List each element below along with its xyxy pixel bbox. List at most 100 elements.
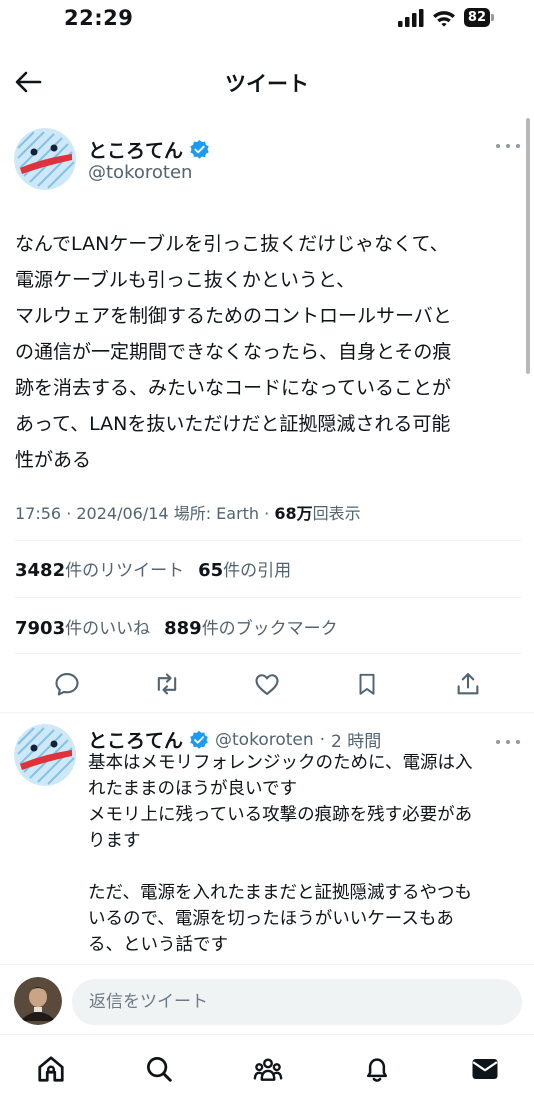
tweet-text: なんでLANケーブルを引っこ抜くだけじゃなくて、 電源ケーブルも引っこ抜くかとい… — [15, 226, 523, 478]
page-title: ツイート — [225, 72, 309, 96]
more-dot-icon — [506, 740, 510, 744]
nav-communities[interactable] — [248, 1049, 288, 1089]
quotes-count: 65 — [198, 560, 224, 581]
communities-icon — [253, 1058, 283, 1081]
retweet-button[interactable] — [151, 668, 183, 700]
notifications-icon — [367, 1058, 387, 1082]
home-icon — [38, 1056, 64, 1082]
stats-row-likes: 7903件のいいね 889件のブックマーク — [15, 614, 338, 639]
reply-text-line: ただ、電源を入れたままだと証拠隠滅するやつも — [88, 883, 472, 903]
more-dot-icon — [516, 740, 520, 744]
status-indicators: 82 — [397, 8, 494, 27]
tweet-author: ところてん @tokoroten — [14, 128, 520, 192]
likes-label: 件のいいね — [65, 619, 151, 639]
like-button[interactable] — [251, 668, 283, 700]
like-icon — [255, 674, 279, 695]
divider — [15, 540, 521, 541]
verified-badge-icon — [190, 139, 209, 159]
reply-author-name[interactable]: ところてん — [88, 726, 183, 753]
reply-header: ところてん @tokoroten · 2 時間 — [88, 726, 381, 753]
reply-age: 2 時間 — [331, 732, 382, 752]
retweets-count: 3482 — [15, 560, 66, 581]
author-avatar[interactable] — [14, 128, 76, 190]
nav-messages[interactable] — [465, 1049, 505, 1089]
more-dot-icon — [516, 144, 520, 148]
stats-row-retweets: 3482件のリツイート 65件の引用 — [15, 556, 291, 581]
author-name[interactable]: ところてん — [88, 136, 183, 163]
tweet-time: 17:56 — [15, 504, 62, 523]
reply-text: 基本はメモリフォレンジックのために、電源は入 れたままのほうが良いです メモリ上… — [88, 750, 520, 958]
tweet-text-line: マルウェアを制御するためのコントロールサーバと — [15, 305, 452, 327]
user-avatar[interactable] — [14, 977, 62, 1025]
bookmarks-stat[interactable]: 889件のブックマーク — [164, 618, 338, 639]
top-app-bar: ツイート — [0, 52, 534, 112]
bookmark-button[interactable] — [351, 668, 383, 700]
tweet-text-line: あって、LANを抜いただけだと証拠隠滅される可能 — [15, 413, 451, 435]
more-options-button[interactable] — [496, 138, 520, 154]
bottom-navigation — [0, 1034, 534, 1100]
reply-text-line: メモリ上に残っている攻撃の痕跡を残す必要があ — [88, 805, 473, 825]
tweet-date: 2024/06/14 — [76, 504, 169, 523]
quotes-label: 件の引用 — [223, 561, 292, 581]
likes-count: 7903 — [15, 618, 66, 639]
meta-separator: · — [66, 504, 77, 523]
avatar-image — [14, 128, 76, 190]
divider — [0, 712, 534, 713]
reply-text-line: 基本はメモリフォレンジックのために、電源は入 — [88, 753, 473, 773]
battery-level: 82 — [463, 8, 490, 27]
signal-icon — [397, 8, 424, 27]
tweet-text-line: 性がある — [15, 449, 92, 471]
reply-icon — [55, 673, 79, 696]
reply-text-line: ります — [88, 831, 141, 851]
author-handle[interactable]: @tokoroten — [88, 162, 192, 183]
tweet-text-line: の通信が一定期間できなくなったら、自身とその痕 — [15, 341, 452, 363]
tweet-text-line: なんでLANケーブルを引っこ抜くだけじゃなくて、 — [15, 233, 449, 255]
author-name-row: ところてん — [88, 136, 210, 163]
more-dot-icon — [506, 144, 510, 148]
nav-search[interactable] — [139, 1049, 179, 1089]
divider — [15, 597, 521, 598]
reply-button[interactable] — [51, 668, 83, 700]
divider — [15, 653, 521, 654]
status-bar: 22:29 82 — [0, 0, 534, 44]
messages-icon — [472, 1059, 498, 1079]
bookmark-icon — [359, 673, 375, 695]
more-dot-icon — [496, 144, 500, 148]
nav-home[interactable] — [31, 1049, 71, 1089]
share-button[interactable] — [452, 668, 484, 700]
nav-notifications[interactable] — [357, 1049, 397, 1089]
reply-tweet[interactable]: ところてん @tokoroten · 2 時間 基本はメモリフォレンジックのために、… — [14, 724, 520, 964]
retweet-icon — [157, 673, 177, 695]
meta-separator: · — [319, 729, 326, 750]
wifi-icon — [432, 10, 455, 27]
views-label: 回表示 — [312, 504, 361, 523]
reply-author-handle[interactable]: @tokoroten — [215, 730, 314, 750]
verified-badge-icon — [190, 730, 208, 749]
views-count: 68万 — [274, 504, 313, 523]
tweet-text-line: 跡を消去する、みたいなコードになっていることが — [15, 377, 452, 399]
tweet-location: 場所: Earth — [173, 504, 260, 523]
scrollbar-thumb[interactable] — [526, 118, 530, 374]
bookmarks-count: 889 — [164, 618, 202, 639]
reply-composer — [0, 964, 534, 1034]
avatar-image — [14, 724, 76, 786]
reply-more-options-button[interactable] — [496, 734, 520, 750]
status-time: 22:29 — [64, 6, 134, 30]
battery-tip — [491, 14, 494, 21]
battery-indicator: 82 — [463, 8, 494, 27]
reply-input[interactable] — [72, 979, 522, 1025]
reply-author-avatar[interactable] — [14, 724, 76, 786]
retweets-label: 件のリツイート — [65, 561, 185, 581]
retweets-stat[interactable]: 3482件のリツイート — [15, 560, 185, 581]
reply-text-line — [88, 854, 520, 880]
search-icon — [147, 1057, 172, 1082]
quotes-stat[interactable]: 65件の引用 — [198, 560, 292, 581]
reply-text-line: る、という話です — [88, 935, 228, 955]
user-avatar-image — [14, 977, 62, 1025]
likes-stat[interactable]: 7903件のいいね — [15, 618, 151, 639]
reply-text-line: れたままのほうが良いです — [88, 779, 297, 799]
tweet-meta: 17:56 · 2024/06/14 場所: Earth · 68万回表示 — [15, 500, 361, 524]
tweet-text-line: 電源ケーブルも引っこ抜くかというと、 — [15, 269, 356, 291]
share-icon — [457, 673, 479, 695]
tweet-actions — [15, 664, 521, 704]
